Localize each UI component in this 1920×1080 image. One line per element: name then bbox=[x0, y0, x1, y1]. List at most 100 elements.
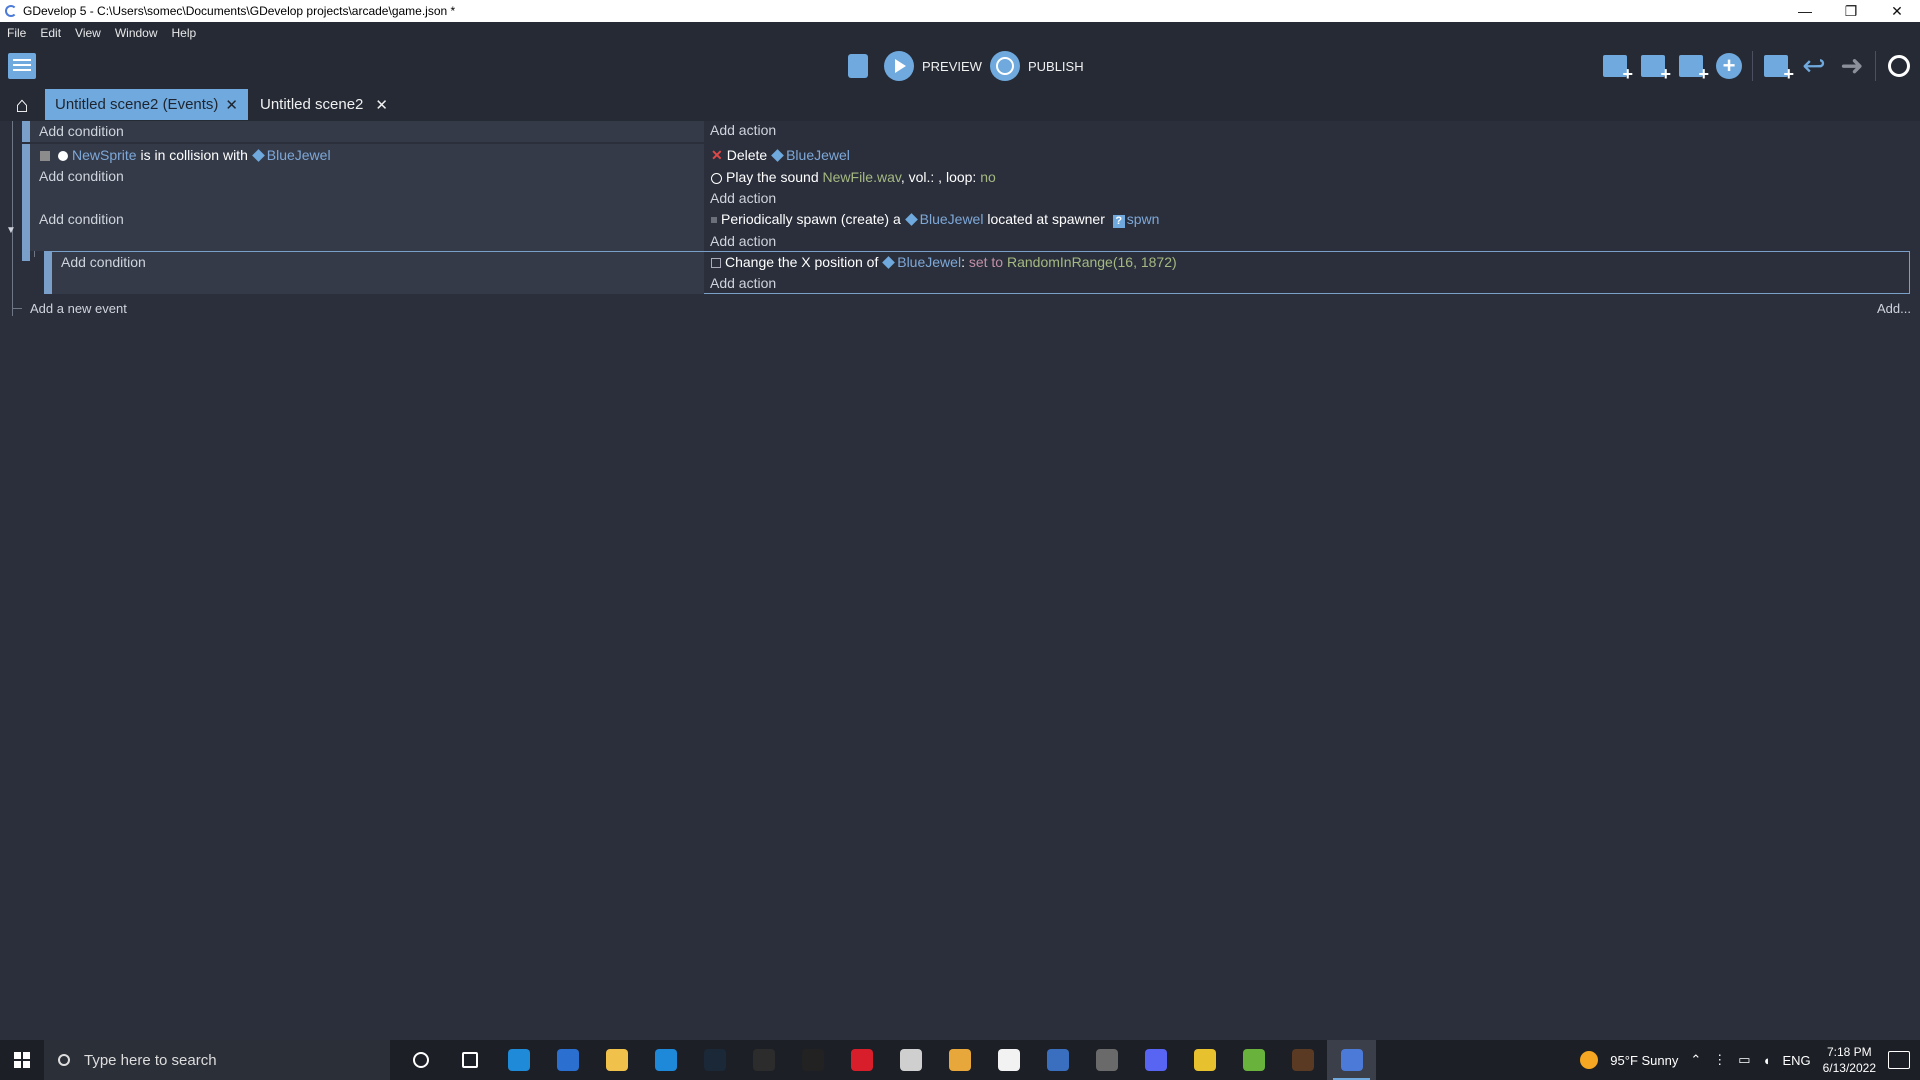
add-event-button[interactable] bbox=[1600, 51, 1633, 85]
delete-selection-icon bbox=[1764, 55, 1794, 85]
tab-events[interactable]: Untitled scene2 (Events) ✕ bbox=[45, 89, 248, 120]
clock[interactable]: 7:18 PM 6/13/2022 bbox=[1823, 1044, 1876, 1076]
add-event-icon bbox=[1603, 55, 1633, 85]
delete-action[interactable]: ✕ Delete BlueJewel bbox=[711, 147, 850, 164]
minecraft-button[interactable] bbox=[1278, 1040, 1327, 1080]
gdevelop-button[interactable] bbox=[1327, 1040, 1376, 1080]
close-icon[interactable]: ✕ bbox=[375, 96, 388, 114]
add-condition-link[interactable]: Add condition bbox=[39, 211, 124, 227]
preview-publish-group: PREVIEW PUBLISH bbox=[848, 51, 1084, 81]
event4-conditions bbox=[52, 252, 704, 294]
action-text: located at spawner bbox=[983, 211, 1109, 227]
action-text: , vol.: , loop: bbox=[900, 169, 981, 185]
close-icon[interactable]: ✕ bbox=[225, 96, 238, 114]
menu-window[interactable]: Window bbox=[108, 26, 165, 40]
preview-button[interactable] bbox=[884, 51, 914, 81]
collapse-arrow-icon[interactable]: ▼ bbox=[6, 225, 16, 236]
chevron-up-icon[interactable]: ⌃ bbox=[1690, 1052, 1701, 1068]
menu-help[interactable]: Help bbox=[165, 26, 204, 40]
globe-app-button[interactable] bbox=[1033, 1040, 1082, 1080]
taskbar-search[interactable]: Type here to search bbox=[44, 1040, 390, 1080]
add-action-link[interactable]: Add action bbox=[710, 275, 776, 291]
add-action-link[interactable]: Add action bbox=[710, 233, 776, 249]
project-manager-icon[interactable] bbox=[8, 53, 36, 79]
add-action-link[interactable]: Add action bbox=[710, 122, 776, 138]
unity-button[interactable] bbox=[739, 1040, 788, 1080]
store-button[interactable] bbox=[543, 1040, 592, 1080]
opera-button[interactable] bbox=[837, 1040, 886, 1080]
battery-icon[interactable]: ▭ bbox=[1738, 1052, 1750, 1068]
add-new-event-link[interactable]: Add a new event bbox=[30, 301, 127, 316]
close-window-button[interactable]: ✕ bbox=[1874, 0, 1920, 22]
redo-button[interactable]: ➜ bbox=[1837, 51, 1867, 81]
weather-text[interactable]: 95°F Sunny bbox=[1610, 1053, 1678, 1068]
tree-line bbox=[12, 121, 13, 316]
tab-scene[interactable]: Untitled scene2 ✕ bbox=[250, 89, 398, 120]
menu-edit[interactable]: Edit bbox=[33, 26, 68, 40]
add-more-link[interactable]: Add... bbox=[1877, 301, 1911, 316]
publish-button[interactable] bbox=[989, 51, 1020, 81]
app-yellow-button[interactable] bbox=[1180, 1040, 1229, 1080]
play-sound-action[interactable]: Play the sound NewFile.wav, vol.: , loop… bbox=[711, 169, 996, 185]
gdevelop-icon bbox=[1340, 1049, 1363, 1071]
network-icon[interactable]: ⋮ bbox=[1713, 1052, 1726, 1068]
add-condition-link[interactable]: Add condition bbox=[39, 123, 124, 139]
add-condition-link[interactable]: Add condition bbox=[61, 254, 146, 270]
epic-games-button[interactable] bbox=[788, 1040, 837, 1080]
restore-button[interactable]: ❐ bbox=[1828, 0, 1874, 22]
cortana-button[interactable] bbox=[396, 1040, 445, 1080]
mail-button[interactable] bbox=[641, 1040, 690, 1080]
spawn-action[interactable]: Periodically spawn (create) a BlueJewel … bbox=[711, 211, 1159, 228]
loop-value: no bbox=[980, 169, 996, 185]
file-explorer-icon bbox=[605, 1049, 628, 1071]
object-name: NewSprite bbox=[72, 147, 137, 163]
plus-circle-icon: + bbox=[1716, 53, 1742, 79]
undo-button[interactable]: ↩ bbox=[1799, 51, 1829, 81]
game-app-icon bbox=[1095, 1049, 1118, 1071]
menu-file[interactable]: File bbox=[0, 26, 33, 40]
add-comment-button[interactable] bbox=[1676, 51, 1709, 85]
event-handle[interactable] bbox=[44, 252, 52, 294]
add-more-button[interactable]: + bbox=[1714, 51, 1744, 81]
delete-selection-button[interactable] bbox=[1761, 51, 1794, 85]
task-view-button[interactable] bbox=[445, 1040, 494, 1080]
search-icon bbox=[1888, 55, 1910, 77]
preview-label[interactable]: PREVIEW bbox=[922, 59, 982, 74]
game-app-button[interactable] bbox=[1082, 1040, 1131, 1080]
bluestacks-button[interactable] bbox=[1229, 1040, 1278, 1080]
language-indicator[interactable]: ENG bbox=[1782, 1053, 1810, 1068]
add-action-link[interactable]: Add action bbox=[710, 190, 776, 206]
action-text: Periodically spawn (create) a bbox=[721, 211, 905, 227]
discord-icon bbox=[1144, 1049, 1167, 1071]
publish-label[interactable]: PUBLISH bbox=[1028, 59, 1084, 74]
clock-time: 7:18 PM bbox=[1826, 1045, 1872, 1059]
steam-button[interactable] bbox=[690, 1040, 739, 1080]
object-name: BlueJewel bbox=[786, 147, 850, 163]
edge-button[interactable] bbox=[494, 1040, 543, 1080]
spawner-icon bbox=[711, 217, 717, 224]
globe-icon bbox=[995, 57, 1014, 75]
home-icon[interactable]: ⌂ bbox=[10, 93, 34, 117]
object-name: BlueJewel bbox=[897, 254, 962, 270]
notepad-button[interactable] bbox=[984, 1040, 1033, 1080]
collision-icon bbox=[58, 151, 68, 162]
event-handle[interactable] bbox=[22, 121, 30, 142]
collision-condition[interactable]: NewSprite is in collision with BlueJewel bbox=[40, 147, 331, 163]
file-explorer-button[interactable] bbox=[592, 1040, 641, 1080]
discord-button[interactable] bbox=[1131, 1040, 1180, 1080]
roblox-button[interactable] bbox=[886, 1040, 935, 1080]
volume-icon[interactable]: ◖ bbox=[1763, 1053, 1771, 1068]
change-x-action[interactable]: Change the X position of BlueJewel: set … bbox=[711, 254, 1177, 270]
event-handle[interactable] bbox=[22, 211, 30, 261]
add-condition-link[interactable]: Add condition bbox=[39, 168, 124, 184]
start-button[interactable] bbox=[0, 1040, 44, 1080]
chrome-button[interactable] bbox=[935, 1040, 984, 1080]
search-button[interactable] bbox=[1884, 51, 1914, 81]
minimize-button[interactable]: — bbox=[1782, 0, 1828, 22]
menu-view[interactable]: View bbox=[68, 26, 108, 40]
action-text: : bbox=[961, 254, 969, 270]
add-sub-event-button[interactable] bbox=[1638, 51, 1671, 85]
notification-icon[interactable] bbox=[1888, 1051, 1910, 1069]
debugger-icon[interactable] bbox=[848, 54, 868, 78]
window-title: GDevelop 5 - C:\Users\somec\Documents\GD… bbox=[23, 4, 456, 18]
